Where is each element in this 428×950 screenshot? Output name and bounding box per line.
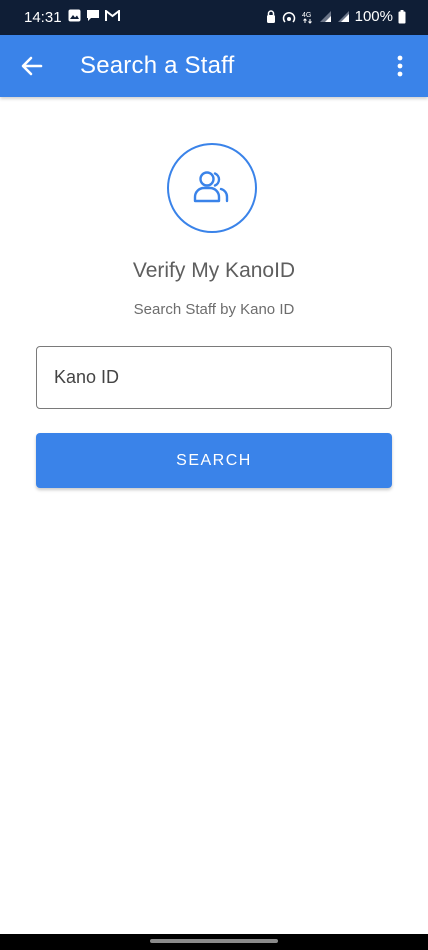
signal-icon xyxy=(319,11,331,22)
home-handle[interactable] xyxy=(150,939,278,943)
page-title: Search a Staff xyxy=(80,52,235,79)
kano-id-field[interactable] xyxy=(36,346,392,409)
hotspot-icon xyxy=(282,11,295,23)
signal-icon-2 xyxy=(337,11,349,22)
search-button[interactable]: SEARCH xyxy=(36,433,392,488)
more-vert-icon[interactable] xyxy=(386,52,414,80)
notification-icons xyxy=(68,9,120,22)
lock-icon xyxy=(266,9,275,23)
app-bar: Search a Staff xyxy=(0,35,428,97)
status-time: 14:31 xyxy=(24,9,62,26)
status-bar: 14:31 4G 100% xyxy=(0,0,428,35)
users-icon xyxy=(193,171,229,203)
svg-text:4G: 4G xyxy=(302,12,311,19)
gmail-icon xyxy=(105,9,120,21)
verify-heading: Verify My KanoID xyxy=(132,259,296,282)
avatar xyxy=(167,143,257,233)
network-4g-icon: 4G xyxy=(302,12,312,24)
chat-icon xyxy=(87,10,99,21)
system-nav-bar xyxy=(0,934,428,950)
search-subheading: Search Staff by Kano ID xyxy=(133,301,295,318)
image-icon xyxy=(68,9,81,22)
arrow-left-icon[interactable] xyxy=(18,52,46,80)
system-icons: 4G 100% xyxy=(266,8,406,25)
battery-icon xyxy=(398,9,406,23)
battery-level: 100% xyxy=(354,8,393,25)
kano-id-input[interactable] xyxy=(37,347,391,408)
